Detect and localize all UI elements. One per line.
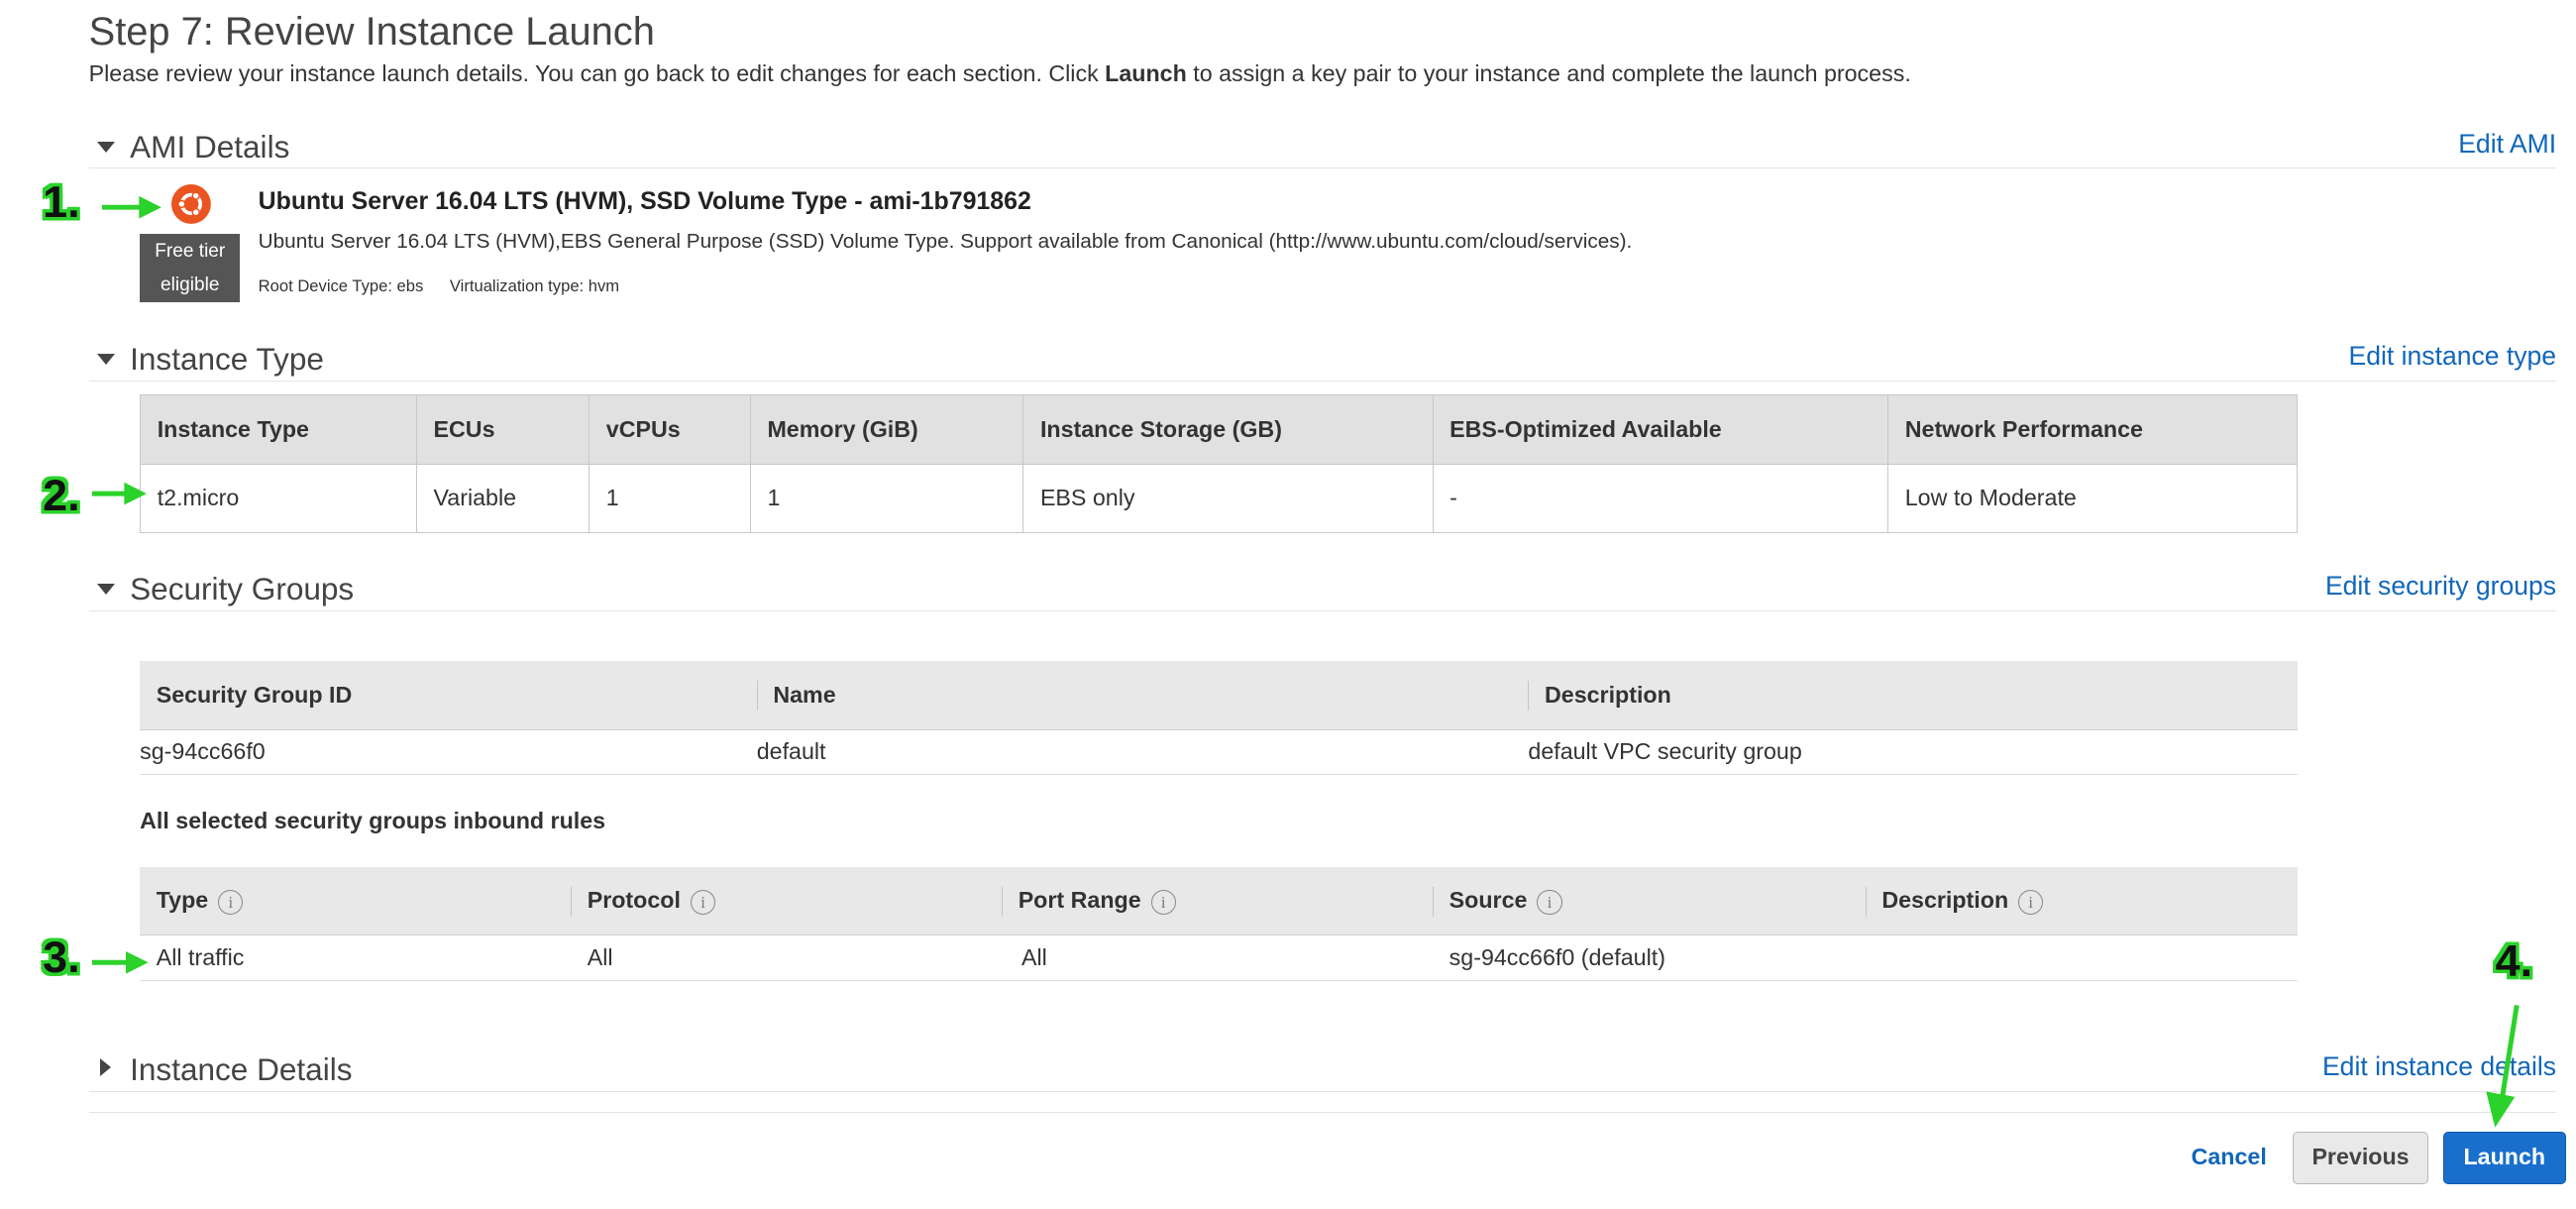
table-row: t2.micro Variable 1 1 EBS only - Low to …	[140, 464, 2299, 533]
column-header: vCPUs	[589, 394, 751, 465]
ami-description: Ubuntu Server 16.04 LTS (HVM),EBS Genera…	[258, 230, 1633, 254]
info-icon[interactable]: i	[1537, 889, 1562, 915]
column-label: Description	[1881, 887, 2009, 914]
column-header: Instance Type	[140, 394, 417, 465]
table-cell: All traffic	[140, 934, 572, 981]
annotation-marker-1: 1.	[43, 177, 80, 228]
ami-details-title: AMI Details	[130, 128, 290, 165]
column-header: Type i	[140, 866, 572, 936]
instance-type-table: Instance Type ECUs vCPUs Memory (GiB) In…	[140, 394, 2299, 533]
table-cell: sg-94cc66f0 (default)	[1433, 934, 1866, 981]
column-header: Port Range i	[1002, 866, 1434, 936]
intro-text: Please review your instance launch detai…	[88, 60, 1106, 87]
arrow-head-icon	[2486, 1091, 2516, 1128]
column-header: Name	[756, 661, 1529, 730]
table-cell: EBS only	[1022, 464, 1434, 533]
collapse-caret-icon[interactable]	[96, 584, 115, 595]
column-header: Source i	[1433, 866, 1866, 936]
info-icon[interactable]: i	[218, 889, 244, 915]
arrow-head-icon	[139, 195, 161, 219]
column-header: EBS-Optimized Available	[1433, 394, 1889, 465]
table-cell: All	[571, 934, 1003, 981]
table-cell: default VPC security group	[1528, 729, 2299, 776]
footer-divider	[88, 1112, 2557, 1113]
security-groups-section-header[interactable]: Security Groups Edit security groups	[88, 571, 2557, 611]
instance-type-section-header[interactable]: Instance Type Edit instance type	[88, 340, 2557, 382]
column-header: Instance Storage (GB)	[1022, 394, 1434, 465]
table-cell	[1865, 934, 2299, 981]
column-label: Type	[156, 887, 209, 914]
badge-line-2: eligible	[161, 274, 220, 295]
ubuntu-logo-icon	[170, 183, 211, 224]
info-icon[interactable]: i	[1150, 889, 1176, 915]
intro-launch-word: Launch	[1105, 60, 1187, 87]
table-cell: 1	[750, 464, 1024, 533]
previous-button[interactable]: Previous	[2293, 1132, 2428, 1185]
info-icon[interactable]: i	[2018, 889, 2044, 915]
intro-text-end: to assign a key pair to your instance an…	[1186, 60, 1911, 87]
badge-line-1: Free tier	[155, 241, 226, 263]
column-header: ECUs	[416, 394, 590, 465]
column-header: Network Performance	[1887, 394, 2299, 465]
column-header: Memory (GiB)	[750, 394, 1024, 465]
column-label: Description	[1545, 681, 1671, 708]
column-label: Protocol	[587, 887, 681, 914]
column-label: Security Group ID	[156, 681, 353, 708]
edit-security-groups-link[interactable]: Edit security groups	[2325, 571, 2556, 602]
table-cell: t2.micro	[140, 464, 417, 533]
expand-caret-icon[interactable]	[100, 1057, 111, 1076]
info-icon[interactable]: i	[690, 889, 716, 915]
table-cell: Low to Moderate	[1887, 464, 2299, 533]
annotation-marker-3: 3.	[43, 933, 80, 983]
root-device-type: Root Device Type: ebs	[258, 275, 424, 295]
free-tier-badge: Free tier eligible	[140, 233, 241, 303]
table-cell: All	[1002, 934, 1434, 981]
table-header-row: Type i Protocol i Port Range i Source i Desc…	[140, 866, 2299, 936]
collapse-caret-icon[interactable]	[96, 141, 115, 153]
table-header-row: Instance Type ECUs vCPUs Memory (GiB) In…	[140, 394, 2299, 465]
security-groups-title: Security Groups	[130, 571, 355, 607]
column-label: Port Range	[1018, 887, 1141, 914]
ami-details-section-header[interactable]: AMI Details Edit AMI	[88, 128, 2557, 169]
inbound-rules-heading: All selected security groups inbound rul…	[140, 808, 606, 834]
column-header: Protocol i	[571, 866, 1003, 936]
inbound-rules-table: Type i Protocol i Port Range i Source i Desc…	[140, 866, 2299, 981]
launch-button[interactable]: Launch	[2442, 1132, 2567, 1185]
column-header: Description	[1528, 661, 2299, 730]
edit-instance-type-link[interactable]: Edit instance type	[2349, 341, 2557, 372]
instance-type-title: Instance Type	[130, 340, 324, 377]
column-label: Name	[773, 681, 836, 708]
annotation-marker-4: 4.	[2495, 935, 2533, 986]
virtualization-type: Virtualization type: hvm	[449, 275, 620, 295]
edit-ami-link[interactable]: Edit AMI	[2458, 129, 2556, 160]
security-groups-table: Security Group ID Name Description sg-94…	[140, 661, 2299, 776]
page-title: Step 7: Review Instance Launch	[88, 9, 655, 54]
ami-name: Ubuntu Server 16.04 LTS (HVM), SSD Volum…	[258, 187, 1031, 216]
annotation-marker-2: 2.	[43, 470, 80, 520]
table-header-row: Security Group ID Name Description	[140, 661, 2299, 730]
ami-meta: Root Device Type: ebs Virtualization type…	[259, 276, 619, 296]
column-label: Source	[1449, 887, 1528, 914]
collapse-caret-icon[interactable]	[96, 353, 115, 365]
table-cell: Variable	[416, 464, 590, 533]
edit-instance-details-link[interactable]: Edit instance details	[2322, 1051, 2556, 1082]
table-cell: -	[1433, 464, 1889, 533]
instance-details-section-header[interactable]: Instance Details Edit instance details	[88, 1050, 2557, 1092]
column-header: Description i	[1865, 866, 2299, 936]
table-row: All traffic All All sg-94cc66f0 (default…	[140, 934, 2299, 981]
cancel-button[interactable]: Cancel	[2175, 1132, 2284, 1184]
table-cell: sg-94cc66f0	[140, 729, 757, 776]
page-intro: Please review your instance launch detai…	[89, 60, 1911, 87]
table-row: sg-94cc66f0 default default VPC security…	[140, 729, 2299, 776]
table-cell: 1	[589, 464, 751, 533]
instance-details-title: Instance Details	[130, 1050, 353, 1087]
table-cell: default	[756, 729, 1529, 776]
column-header: Security Group ID	[140, 661, 757, 730]
